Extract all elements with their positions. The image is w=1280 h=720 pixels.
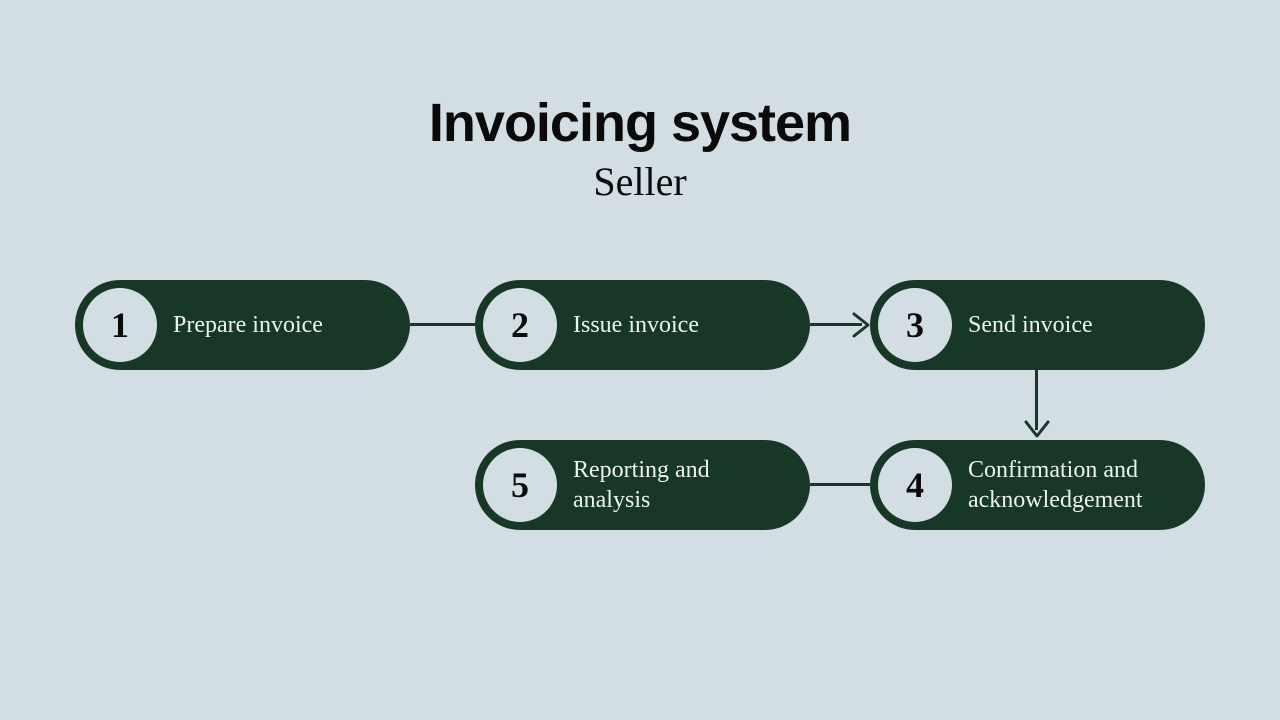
step-number-badge: 3 xyxy=(878,288,952,362)
diagram-subtitle: Seller xyxy=(0,158,1280,205)
step-label: Confirmation and acknowledgement xyxy=(968,455,1205,515)
step-number-badge: 2 xyxy=(483,288,557,362)
diagram-title: Invoicing system xyxy=(0,92,1280,154)
connector-line xyxy=(410,323,475,326)
step-2: 2 Issue invoice xyxy=(475,280,810,370)
step-3: 3 Send invoice xyxy=(870,280,1205,370)
step-number-badge: 5 xyxy=(483,448,557,522)
step-label: Prepare invoice xyxy=(173,310,347,340)
step-4: 4 Confirmation and acknowledgement xyxy=(870,440,1205,530)
step-5: 5 Reporting and analysis xyxy=(475,440,810,530)
step-number-badge: 1 xyxy=(83,288,157,362)
step-label: Reporting and analysis xyxy=(573,455,810,515)
arrow-down-icon xyxy=(1024,420,1050,442)
step-label: Issue invoice xyxy=(573,310,723,340)
step-number-badge: 4 xyxy=(878,448,952,522)
connector-line xyxy=(810,483,870,486)
step-label: Send invoice xyxy=(968,310,1117,340)
step-1: 1 Prepare invoice xyxy=(75,280,410,370)
arrow-right-icon xyxy=(852,312,874,338)
